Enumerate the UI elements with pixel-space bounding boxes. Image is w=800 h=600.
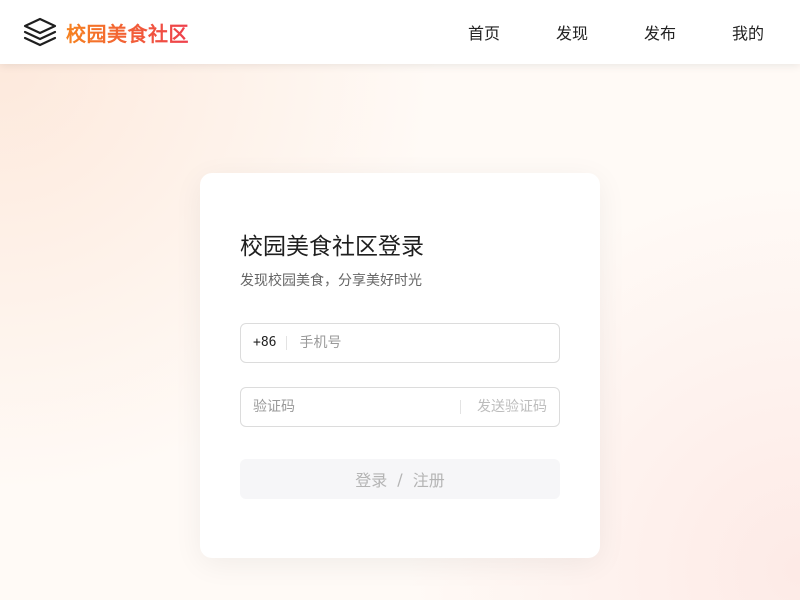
verification-code-input[interactable] (241, 387, 460, 427)
phone-input[interactable] (287, 323, 559, 363)
nav-item-publish[interactable]: 发布 (644, 20, 676, 44)
top-navbar: 校园美食社区 首页 发现 发布 我的 (0, 0, 800, 64)
login-register-button[interactable]: 登录 / 注册 (240, 459, 560, 499)
code-field: 发送验证码 (240, 387, 560, 427)
login-title: 校园美食社区登录 (240, 234, 424, 260)
nav-item-home[interactable]: 首页 (468, 20, 500, 44)
send-code-button[interactable]: 发送验证码 (460, 400, 559, 414)
phone-field: +86 (240, 323, 560, 363)
layers-icon (22, 16, 58, 48)
country-code-prefix[interactable]: +86 (241, 336, 288, 350)
login-subtitle: 发现校园美食，分享美好时光 (240, 273, 422, 289)
nav-item-discover[interactable]: 发现 (556, 20, 588, 44)
register-label: 注册 (412, 471, 445, 490)
login-label: 登录 (355, 471, 388, 490)
main-nav: 首页 发现 发布 我的 (412, 0, 764, 64)
submit-separator: / (397, 469, 403, 489)
brand-name: 校园美食社区 (66, 18, 189, 47)
nav-item-mine[interactable]: 我的 (732, 20, 764, 44)
login-card: 校园美食社区登录 发现校园美食，分享美好时光 +86 发送验证码 登录 / 注册 (200, 173, 600, 558)
brand[interactable]: 校园美食社区 (22, 14, 189, 50)
